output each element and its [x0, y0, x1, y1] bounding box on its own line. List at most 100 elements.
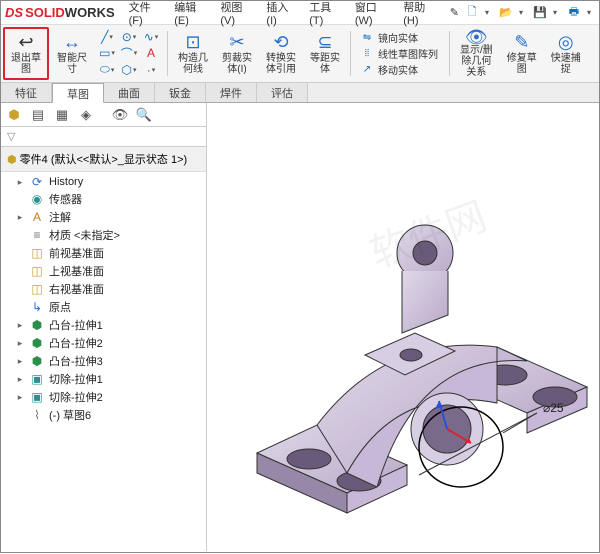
point-tool-icon[interactable]: · [143, 63, 159, 77]
dimension-label[interactable]: ⌀25 [543, 401, 564, 415]
tree-node-label: 上视基准面 [49, 263, 104, 279]
menu-view[interactable]: 视图(V) [216, 0, 252, 29]
show-relations-button[interactable]: 👁 显示/删 除几何 关系 [454, 27, 499, 80]
slot-tool-icon[interactable]: ⬭ [99, 63, 115, 77]
open-doc-icon[interactable]: 📂 [497, 4, 515, 22]
linear-pattern-button[interactable]: ⦙⦙线性草图阵列 [359, 46, 441, 61]
pattern-group: ⇋镜向实体 ⦙⦙线性草图阵列 ↗移动实体 [355, 27, 445, 80]
tab-surfaces[interactable]: 曲面 [104, 83, 155, 102]
tree-item[interactable]: ◫右视基准面 [1, 280, 206, 298]
feature-tree-tab-icon[interactable]: ⬢ [5, 106, 23, 124]
magnify-tab-icon[interactable]: 🔍 [135, 106, 153, 124]
tree-item[interactable]: ▸▣切除-拉伸1 [1, 370, 206, 388]
offset-icon: ⊆ [317, 33, 332, 53]
tab-sheetmetal[interactable]: 钣金 [155, 83, 206, 102]
feature-tree: ▸⟳History◉传感器▸A注解≡材质 <未指定>◫前视基准面◫上视基准面◫右… [1, 172, 206, 551]
tree-twist-icon[interactable]: ▸ [15, 212, 25, 223]
line-tool-icon[interactable]: ╱ [99, 30, 115, 44]
menu-tools[interactable]: 工具(T) [305, 0, 341, 29]
offset-button[interactable]: ⊆ 等距实 体 [304, 27, 346, 80]
repair-sketch-button[interactable]: ✎ 修复草 图 [501, 27, 543, 80]
tree-item[interactable]: ▸ A 注解 [1, 208, 206, 226]
tree-twist-icon[interactable]: ▸ [15, 338, 25, 349]
tree-node-label: 原点 [49, 299, 71, 315]
menu-window[interactable]: 窗口(W) [351, 0, 389, 29]
command-tabs: 特征 草图 曲面 钣金 焊件 评估 [1, 83, 599, 103]
tree-item[interactable]: ▸⬢凸台-拉伸2 [1, 334, 206, 352]
convert-icon: ⟲ [273, 33, 288, 53]
circle-tool-icon[interactable]: ⊙ [121, 30, 137, 44]
spline-tool-icon[interactable]: ∿ [143, 30, 159, 44]
tree-item[interactable]: ≡ 材质 <未指定> [1, 226, 206, 244]
tab-sketch[interactable]: 草图 [52, 83, 104, 103]
tree-node-icon: ≡ [29, 228, 45, 242]
filter-row: ▽ [1, 127, 206, 147]
tree-twist-icon[interactable]: ▸ [15, 320, 25, 331]
tree-node-label: 传感器 [49, 191, 82, 207]
tree-twist-icon[interactable]: ▸ [15, 356, 25, 367]
tree-twist-icon[interactable]: ▸ [15, 374, 25, 385]
tree-node-label: (-) 草图6 [49, 407, 91, 423]
tree-node-icon: ◫ [29, 246, 45, 260]
tree-node-label: 材质 <未指定> [49, 227, 120, 243]
tree-node-label: 注解 [49, 209, 71, 225]
menu-search[interactable]: ✎ [446, 4, 463, 21]
tree-item[interactable]: ◫前视基准面 [1, 244, 206, 262]
tree-node-label: 凸台-拉伸3 [49, 353, 103, 369]
construction-line-button[interactable]: ⊡ 构造几 何线 [172, 27, 214, 80]
menu-help[interactable]: 帮助(H) [399, 0, 436, 29]
trim-button[interactable]: ✂ 剪裁实 体(I) [216, 27, 258, 80]
graphics-viewport[interactable]: 软件网 [207, 103, 599, 551]
linear-pattern-icon: ⦙⦙ [359, 48, 375, 59]
polygon-tool-icon[interactable]: ⬡ [121, 63, 137, 77]
exit-sketch-button[interactable]: ↩ 退出草 图 [3, 27, 49, 80]
rectangle-tool-icon[interactable]: ▭ [99, 46, 115, 60]
quick-snap-button[interactable]: ◎ 快速捕 捉 [545, 27, 587, 80]
tree-node-icon: ↳ [29, 300, 45, 314]
tree-item[interactable]: ↳ 原点 [1, 298, 206, 316]
tab-evaluate[interactable]: 评估 [257, 83, 308, 102]
property-tab-icon[interactable]: ▤ [29, 106, 47, 124]
move-button[interactable]: ↗移动实体 [359, 62, 441, 77]
snap-icon: ◎ [558, 33, 574, 53]
tree-item[interactable]: ◫上视基准面 [1, 262, 206, 280]
tree-twist-icon[interactable]: ▸ [15, 392, 25, 403]
tab-features[interactable]: 特征 [1, 83, 52, 102]
print-icon[interactable]: 🖶 [565, 4, 583, 22]
text-tool-icon[interactable]: A [143, 46, 159, 60]
display-tab-icon[interactable]: ◈ [77, 106, 95, 124]
app-logo: DS SOLIDWORKS [5, 5, 115, 20]
ds-logo-icon: DS [5, 5, 23, 20]
tree-item[interactable]: ▸▣切除-拉伸2 [1, 388, 206, 406]
tree-item[interactable]: ▸⬢凸台-拉伸1 [1, 316, 206, 334]
smart-dim-button[interactable]: ↔ 智能尺 寸 [51, 27, 93, 80]
tree-item[interactable]: ◉ 传感器 [1, 190, 206, 208]
menu-file[interactable]: 文件(F) [125, 0, 161, 29]
menu-insert[interactable]: 插入(I) [262, 0, 295, 29]
tree-item[interactable]: ⌇ (-) 草图6 [1, 406, 206, 424]
config-tab-icon[interactable]: ▦ [53, 106, 71, 124]
new-doc-icon[interactable]: 🗋 [463, 4, 481, 22]
tab-weldments[interactable]: 焊件 [206, 83, 257, 102]
filter-icon[interactable]: ▽ [7, 130, 15, 143]
tree-node-icon: A [29, 210, 45, 224]
ribbon-toolbar: ↩ 退出草 图 ↔ 智能尺 寸 ╱ ⊙ ∿ ▭ ⌒ A ⬭ ⬡ · ⊡ 构造几 … [1, 25, 599, 83]
tree-node-label: 凸台-拉伸1 [49, 317, 103, 333]
menu-edit[interactable]: 编辑(E) [170, 0, 206, 29]
tree-item[interactable]: ▸⬢凸台-拉伸3 [1, 352, 206, 370]
convert-button[interactable]: ⟲ 转换实 体引用 [260, 27, 302, 80]
tree-twist-icon[interactable]: ▸ [15, 177, 25, 188]
trim-icon: ✂ [229, 33, 244, 53]
tree-node-icon: ⌇ [29, 408, 45, 422]
arc-tool-icon[interactable]: ⌒ [121, 46, 137, 60]
part-title[interactable]: ⬢ 零件4 (默认<<默认>_显示状态 1>) [1, 147, 206, 172]
feature-manager-panel: ⬢ ▤ ▦ ◈ 👁 🔍 ▽ ⬢ 零件4 (默认<<默认>_显示状态 1>) ▸⟳… [1, 103, 207, 551]
save-icon[interactable]: 💾 [531, 4, 549, 22]
eye-tab-icon[interactable]: 👁 [111, 106, 129, 124]
quick-access-toolbar: 🗋▾ 📂▾ 💾▾ 🖶▾ [463, 4, 595, 22]
tree-item[interactable]: ▸⟳History [1, 174, 206, 190]
repair-icon: ✎ [514, 33, 529, 53]
tree-node-icon: ◉ [29, 192, 45, 206]
mirror-button[interactable]: ⇋镜向实体 [359, 30, 441, 45]
sketch-tools-group: ╱ ⊙ ∿ ▭ ⌒ A ⬭ ⬡ · [95, 27, 163, 80]
